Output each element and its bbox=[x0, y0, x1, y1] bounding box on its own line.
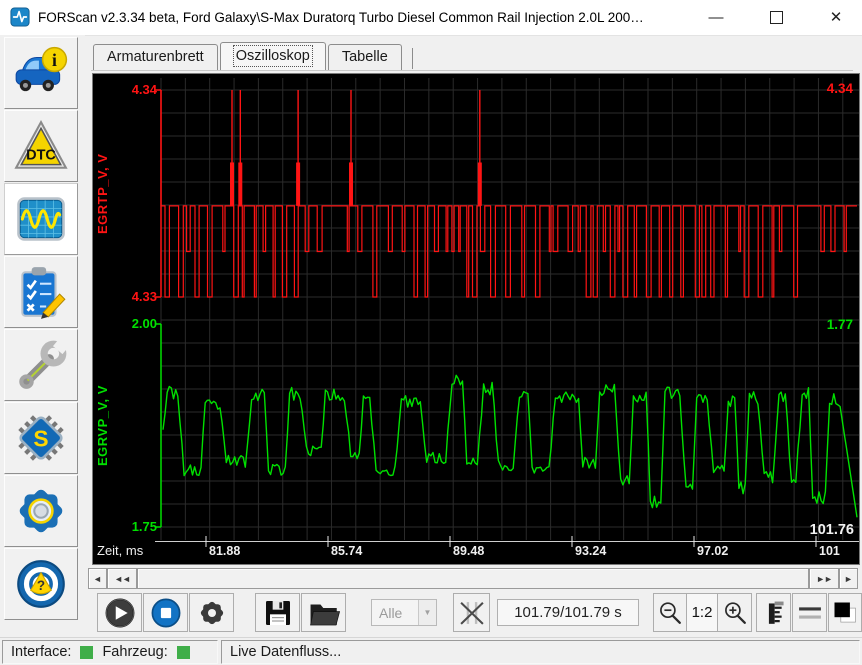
svg-text:i: i bbox=[52, 50, 57, 70]
folder-icon bbox=[307, 597, 341, 629]
scroll-right-fast-button[interactable]: ►► bbox=[809, 568, 839, 589]
status-message: Live Datenfluss... bbox=[230, 644, 341, 660]
vehicle-status-icon bbox=[177, 646, 190, 659]
channel1-current-value: 4.34 bbox=[827, 81, 853, 96]
filter-value: Alle bbox=[372, 605, 418, 621]
scroll-right-button[interactable]: ► bbox=[839, 568, 858, 589]
oscilloscope-icon bbox=[12, 190, 70, 248]
sidebar-item-tests[interactable] bbox=[4, 256, 78, 328]
sidebar-item-configuration[interactable]: S bbox=[4, 402, 78, 474]
channel2-name-label: EGRVP_V, V bbox=[95, 324, 113, 527]
app-icon bbox=[10, 7, 30, 27]
scope-toolbar: Alle ▼ 101.79/101.79 s 1:2 bbox=[87, 593, 860, 635]
ruler-icon bbox=[760, 598, 788, 628]
scope-canvas bbox=[93, 74, 859, 564]
sidebar-item-settings[interactable] bbox=[4, 475, 78, 547]
close-button[interactable]: ✕ bbox=[813, 0, 859, 34]
x-tick-label: 81.88 bbox=[209, 544, 240, 558]
chevron-down-icon: ▼ bbox=[418, 600, 436, 625]
markers-disabled-icon bbox=[457, 598, 487, 628]
channel1-ymax-label: 4.34 bbox=[113, 82, 157, 97]
zoom-in-button[interactable] bbox=[717, 593, 752, 632]
svg-text:DTC: DTC bbox=[26, 147, 56, 163]
interface-label: Interface: bbox=[11, 644, 71, 660]
save-icon bbox=[262, 597, 294, 629]
vehicle-info-icon: i bbox=[12, 44, 70, 102]
wrench-icon bbox=[12, 336, 70, 394]
svg-text:?: ? bbox=[37, 578, 45, 593]
vehicle-label: Fahrzeug: bbox=[102, 644, 167, 660]
zoom-ratio-label: 1:2 bbox=[686, 593, 718, 632]
x-tick-label: 101 bbox=[819, 544, 840, 558]
maximize-icon bbox=[770, 11, 783, 24]
gear-icon bbox=[12, 482, 70, 540]
tab-baseline bbox=[91, 70, 853, 71]
sidebar-item-dtc[interactable]: DTC bbox=[4, 110, 78, 182]
maximize-button[interactable] bbox=[753, 0, 799, 34]
channel1-name-label: EGRTP_V, V bbox=[95, 90, 113, 297]
channel1-ymin-label: 4.33 bbox=[113, 289, 157, 304]
play-icon bbox=[103, 596, 137, 630]
tab-bar: Armaturenbrett Oszilloskop Tabelle bbox=[93, 41, 413, 70]
x-tick-label: 85.74 bbox=[331, 544, 362, 558]
main-area: Armaturenbrett Oszilloskop Tabelle EGRTP… bbox=[85, 35, 862, 637]
window-title: FORScan v2.3.34 beta, Ford Galaxy\S-Max … bbox=[38, 0, 644, 35]
channel2-ymin-label: 1.75 bbox=[113, 519, 157, 534]
tab-oszilloskop[interactable]: Oszilloskop bbox=[220, 42, 326, 70]
x-tick-label: 97.02 bbox=[697, 544, 728, 558]
color-swatch-icon bbox=[831, 599, 859, 627]
connection-status-panel: Interface: Fahrzeug: bbox=[2, 640, 218, 664]
measure-button[interactable] bbox=[756, 593, 791, 632]
sidebar-item-vehicle-info[interactable]: i bbox=[4, 37, 78, 109]
chip-icon: S bbox=[12, 409, 70, 467]
sidebar-item-service[interactable] bbox=[4, 329, 78, 401]
channel2-ymax-label: 2.00 bbox=[113, 316, 157, 331]
status-bar: Interface: Fahrzeug: Live Datenfluss... bbox=[0, 637, 862, 665]
open-button[interactable] bbox=[301, 593, 346, 632]
oscilloscope-display[interactable]: EGRTP_V, V 4.34 4.33 4.34 EGRVP_V, V 2.0… bbox=[92, 73, 860, 565]
lines-icon bbox=[795, 599, 825, 627]
scope-settings-button[interactable] bbox=[189, 593, 234, 632]
minimize-button[interactable]: — bbox=[693, 0, 739, 34]
scrollbar-thumb[interactable] bbox=[137, 568, 809, 589]
play-button[interactable] bbox=[97, 593, 142, 632]
channel2-current-value: 1.77 bbox=[827, 317, 853, 332]
tab-divider bbox=[412, 48, 413, 69]
toolbar-gear-icon bbox=[196, 597, 228, 629]
filter-select[interactable]: Alle ▼ bbox=[371, 599, 437, 626]
svg-text:S: S bbox=[33, 425, 48, 451]
background-color-button[interactable] bbox=[828, 593, 862, 632]
x-tick-label: 89.48 bbox=[453, 544, 484, 558]
dtc-icon: DTC bbox=[12, 117, 70, 175]
stop-button[interactable] bbox=[143, 593, 188, 632]
tab-tabelle[interactable]: Tabelle bbox=[328, 44, 402, 70]
tab-armaturenbrett[interactable]: Armaturenbrett bbox=[93, 44, 218, 70]
interface-status-icon bbox=[80, 646, 93, 659]
tests-icon bbox=[12, 263, 70, 321]
title-bar: FORScan v2.3.34 beta, Ford Galaxy\S-Max … bbox=[0, 0, 862, 36]
sidebar-item-oscilloscope[interactable] bbox=[4, 183, 78, 255]
line-style-button[interactable] bbox=[792, 593, 827, 632]
time-scrollbar: ◄ ◄◄ ►► ► bbox=[88, 568, 858, 589]
x-tick-label: 93.24 bbox=[575, 544, 606, 558]
x-axis-label: Zeit, ms bbox=[97, 543, 143, 558]
zoom-out-button[interactable] bbox=[653, 593, 687, 632]
end-time-value: 101.76 bbox=[810, 522, 854, 538]
time-display: 101.79/101.79 s bbox=[497, 599, 639, 626]
zoom-out-icon bbox=[656, 599, 684, 627]
stop-icon bbox=[149, 596, 183, 630]
message-panel: Live Datenfluss... bbox=[221, 640, 860, 664]
sidebar: i DTC bbox=[0, 35, 85, 637]
scroll-left-button[interactable]: ◄ bbox=[88, 568, 107, 589]
scroll-left-fast-button[interactable]: ◄◄ bbox=[107, 568, 137, 589]
zoom-in-icon bbox=[721, 599, 749, 627]
sidebar-item-help[interactable]: ? bbox=[4, 548, 78, 620]
save-button[interactable] bbox=[255, 593, 300, 632]
help-icon: ? bbox=[12, 555, 70, 613]
markers-button[interactable] bbox=[453, 593, 490, 632]
